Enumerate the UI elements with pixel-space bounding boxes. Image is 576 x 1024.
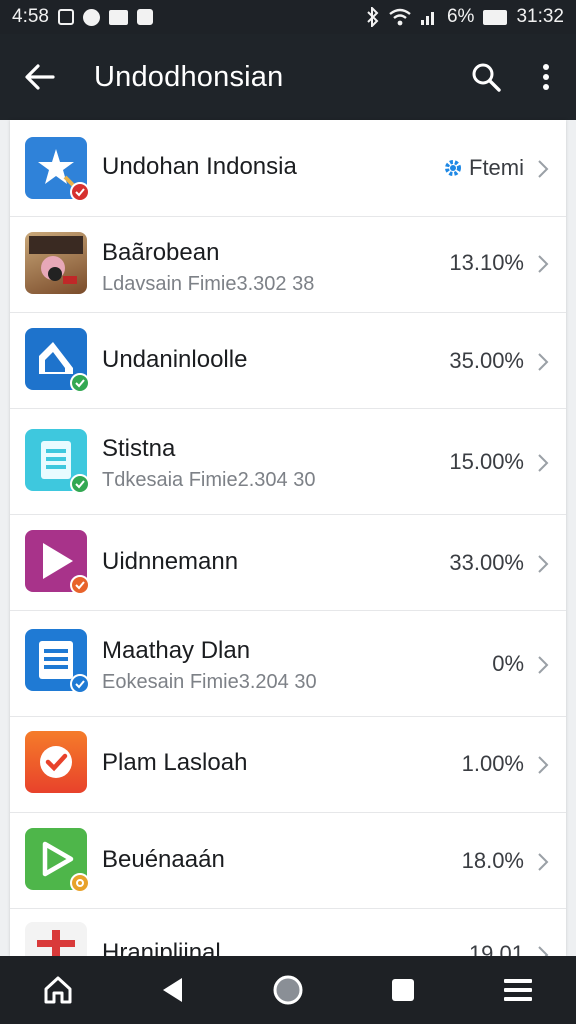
battery-percent: 6% xyxy=(446,6,475,27)
list-item[interactable]: Undohan Indonsia Ftemi xyxy=(10,120,566,217)
item-value: 15.00% xyxy=(449,449,524,474)
notification-circle-icon xyxy=(82,8,100,26)
list-item[interactable]: Baãrobean Ldavsain Fimie3.302 38 13.10% xyxy=(10,217,566,313)
nav-overview-button[interactable] xyxy=(253,956,323,1024)
chevron-right-icon xyxy=(538,656,549,674)
star-app-icon xyxy=(25,137,90,202)
item-value: 0% xyxy=(492,651,524,676)
nav-menu-button[interactable] xyxy=(483,956,553,1024)
check-badge-icon xyxy=(70,873,90,893)
item-title: Baãrobean xyxy=(102,239,220,266)
check-badge-icon xyxy=(70,373,90,393)
check-badge-icon xyxy=(70,674,90,694)
chevron-right-icon xyxy=(538,454,549,472)
search-icon xyxy=(472,63,501,92)
notification-square-icon xyxy=(57,9,74,25)
item-value: Ftemi xyxy=(469,155,524,180)
item-value: 33.00% xyxy=(449,550,524,575)
list-item[interactable]: Uidnnemann 33.00% xyxy=(10,515,566,611)
item-title: Undaninloolle xyxy=(102,346,248,373)
item-subtitle: Ldavsain Fimie3.302 38 xyxy=(102,273,315,295)
item-title: Uidnnemann xyxy=(102,548,239,575)
item-value: 1.00% xyxy=(461,751,524,776)
notes-app-icon xyxy=(25,629,90,694)
gallery-app-icon xyxy=(25,328,90,393)
chevron-right-icon xyxy=(538,555,549,573)
item-title: Maathay Dlan xyxy=(102,637,251,664)
check-app-icon xyxy=(25,731,87,793)
item-title: Stistna xyxy=(102,435,176,462)
nav-recents-button[interactable] xyxy=(368,956,438,1024)
chevron-right-icon xyxy=(538,946,549,956)
back-triangle-icon xyxy=(162,978,182,1002)
arrow-left-icon xyxy=(25,64,55,90)
page-title: Undodhonsian xyxy=(94,60,284,93)
item-value: 18.0% xyxy=(461,848,524,873)
wifi-icon xyxy=(389,8,411,26)
signal-icon xyxy=(420,8,438,26)
item-title: Undohan Indonsia xyxy=(102,153,297,180)
photo-app-icon xyxy=(25,232,87,294)
app-bar: Undodhonsian xyxy=(0,34,576,120)
chevron-right-icon xyxy=(538,255,549,273)
chevron-right-icon xyxy=(538,353,549,371)
video-app-icon xyxy=(25,828,90,893)
check-badge-icon xyxy=(70,474,90,494)
status-time-right: 31:32 xyxy=(516,6,564,27)
more-vert-icon xyxy=(543,64,549,90)
check-badge-icon xyxy=(70,575,90,595)
list-item[interactable]: Maathay Dlan Eokesain Fimie3.204 30 0% xyxy=(10,611,566,717)
notification-ticket-icon xyxy=(108,9,128,25)
home-circle-icon xyxy=(273,975,303,1005)
item-value: 19.01 xyxy=(468,941,524,956)
battery-icon xyxy=(483,9,508,25)
recents-square-icon xyxy=(392,979,415,1001)
list-item[interactable]: Stistna Tdkesaia Fimie2.304 30 15.00% xyxy=(10,409,566,515)
chevron-right-icon xyxy=(538,853,549,871)
nav-home-button[interactable] xyxy=(23,956,93,1024)
chevron-right-icon xyxy=(538,756,549,774)
home-icon xyxy=(44,976,72,1004)
gear-icon xyxy=(445,160,461,176)
app-usage-list: Undohan Indonsia Ftemi Baãrobean Ldavsai… xyxy=(10,120,566,956)
more-options-button[interactable] xyxy=(516,34,576,120)
list-item[interactable]: Hranipliinal 19.01 xyxy=(10,909,566,956)
item-title: Beuénaaán xyxy=(102,846,225,873)
item-subtitle: Tdkesaia Fimie2.304 30 xyxy=(102,469,316,491)
chevron-right-icon xyxy=(538,160,549,178)
play-app-icon xyxy=(25,530,90,595)
item-subtitle: Eokesain Fimie3.204 30 xyxy=(102,671,317,693)
plus-app-icon xyxy=(25,922,87,956)
document-app-icon xyxy=(25,429,90,494)
bluetooth-icon xyxy=(366,7,380,27)
status-time-left: 4:58 xyxy=(12,6,49,27)
back-button[interactable] xyxy=(0,34,80,120)
item-value: 13.10% xyxy=(449,250,524,275)
menu-icon xyxy=(504,979,533,1001)
check-badge-icon xyxy=(70,182,90,202)
status-bar: 4:58 6% 31:32 xyxy=(0,0,576,34)
notification-box-icon xyxy=(136,9,153,25)
item-title: Plam Lasloah xyxy=(102,749,248,776)
search-button[interactable] xyxy=(456,34,516,120)
item-value: 35.00% xyxy=(449,348,524,373)
list-item[interactable]: Beuénaaán 18.0% xyxy=(10,813,566,909)
item-title: Hranipliinal xyxy=(102,939,221,956)
list-item[interactable]: Undaninloolle 35.00% xyxy=(10,313,566,409)
navigation-bar xyxy=(0,956,576,1024)
list-item[interactable]: Plam Lasloah 1.00% xyxy=(10,717,566,813)
nav-back-button[interactable] xyxy=(138,956,208,1024)
